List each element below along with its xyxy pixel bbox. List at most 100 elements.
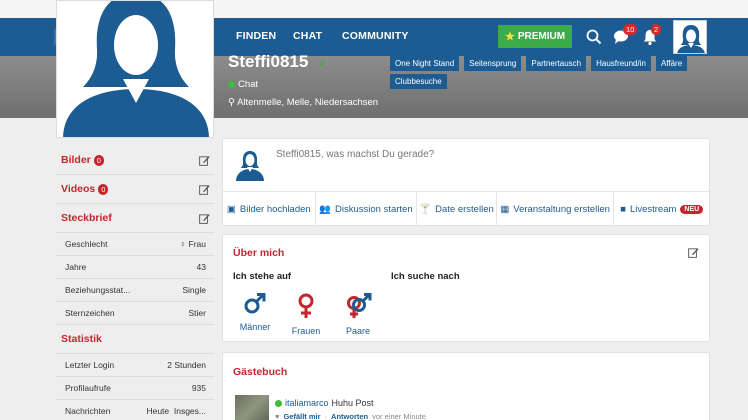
- image-icon: ▣: [226, 203, 236, 215]
- bilder-title[interactable]: Bilder: [61, 154, 91, 166]
- create-date-button[interactable]: 🍸 Date erstellen: [417, 192, 497, 226]
- sidebar-section-videos[interactable]: Videos 0: [56, 175, 214, 204]
- star-icon: ★: [504, 31, 515, 43]
- sidebar-section-statistik: Statistik: [56, 325, 214, 354]
- glass-icon: 🍸: [419, 203, 432, 215]
- tag-partnertausch[interactable]: Partnertausch: [526, 56, 587, 71]
- row-key: Nachrichten: [65, 406, 111, 416]
- gender-label: Paare: [345, 326, 371, 336]
- row-value: Single: [182, 285, 206, 295]
- statistik-row: Letzter Login 2 Stunden: [56, 354, 214, 377]
- guestbook-card: Gästebuch italiamarco Huhu Post ♥ Gefäll…: [222, 352, 710, 420]
- status-label: Chat: [238, 79, 259, 90]
- female-silhouette-icon: [677, 25, 705, 53]
- upload-images-button[interactable]: ▣ Bilder hochladen: [223, 192, 316, 226]
- gender-women: Frauen: [281, 293, 331, 336]
- nav-chat[interactable]: CHAT: [293, 30, 322, 42]
- notification-count-badge: 2: [651, 24, 662, 35]
- tag-hausfreund[interactable]: Hausfreund/in: [591, 56, 651, 71]
- steckbrief-row: Jahre 43: [56, 256, 214, 279]
- row-value: ♀ Frau: [179, 239, 206, 249]
- statistik-row: Profilaufrufe 935: [56, 377, 214, 400]
- row-key: Geschlecht: [65, 239, 108, 249]
- profile-location: ⚲ Altenmelle, Melle, Niedersachsen: [228, 97, 378, 108]
- search-icon[interactable]: [585, 28, 603, 46]
- female-silhouette-icon: [63, 1, 209, 137]
- row-key: Profilaufrufe: [65, 383, 111, 393]
- heart-icon: ♥: [275, 412, 280, 420]
- guest-username[interactable]: italiamarco: [285, 398, 329, 408]
- map-pin-icon: ⚲: [228, 97, 235, 108]
- gender-men: Männer: [230, 293, 280, 332]
- online-status[interactable]: Chat: [228, 79, 258, 90]
- looking-for-tags: One Night Stand Seitensprung Partnertaus…: [390, 56, 690, 89]
- videos-count-badge: 0: [98, 183, 109, 195]
- statistik-row: Nachrichten Heute Insges...: [56, 400, 214, 420]
- about-me-title: Über mich: [233, 247, 285, 259]
- sidebar-section-bilder[interactable]: Bilder 0: [56, 146, 214, 175]
- video-camera-icon: ■: [620, 203, 626, 215]
- row-value: Stier: [188, 308, 206, 318]
- nav-community[interactable]: COMMUNITY: [342, 30, 409, 42]
- profile-photo[interactable]: [56, 0, 214, 138]
- calendar-icon: ▦: [500, 203, 510, 215]
- gender-label: Männer: [239, 322, 271, 332]
- female-silhouette-icon: [236, 151, 264, 181]
- status-post-card: Steffi0815, was machst Du gerade? ▣ Bilde…: [222, 138, 710, 226]
- online-dot-icon: [228, 81, 235, 88]
- livestream-button[interactable]: ■ Livestream NEU: [614, 192, 709, 226]
- about-me-card: Über mich Ich stehe auf Ich suche nach M…: [222, 234, 710, 342]
- entry-time: vor einer Minute: [372, 412, 426, 420]
- like-link[interactable]: Gefällt mir: [283, 412, 320, 420]
- guest-message: Huhu Post: [331, 398, 374, 408]
- profile-username: Steffi0815: [228, 52, 309, 71]
- post-action-bar: ▣ Bilder hochladen 👥 Diskussion starten 🍸 D…: [223, 191, 709, 226]
- videos-title[interactable]: Videos: [61, 183, 95, 195]
- tag-clubbesuche[interactable]: Clubbesuche: [390, 74, 447, 89]
- steckbrief-row: Beziehungsstat... Single: [56, 279, 214, 302]
- new-badge: NEU: [680, 204, 704, 214]
- edit-icon[interactable]: [688, 247, 699, 258]
- edit-icon[interactable]: [199, 184, 210, 195]
- looking-for-title: Ich suche nach: [391, 271, 460, 282]
- profile-sidebar: Bilder 0 Videos 0 Steckbrief Geschlecht …: [56, 146, 214, 420]
- row-value: 2 Stunden: [167, 360, 206, 370]
- guest-avatar[interactable]: [235, 395, 269, 420]
- guestbook-title: Gästebuch: [233, 366, 288, 378]
- female-symbol-icon: [298, 293, 314, 318]
- users-icon: 👥: [319, 203, 332, 215]
- online-dot-icon: [275, 399, 282, 407]
- nav-finden[interactable]: FINDEN: [236, 30, 276, 42]
- location-label: Altenmelle, Melle, Niedersachsen: [237, 97, 379, 108]
- steckbrief-title: Steckbrief: [61, 212, 112, 224]
- gender-label: Frauen: [291, 326, 321, 336]
- reply-link[interactable]: Antworten: [331, 412, 368, 420]
- premium-label: PREMIUM: [517, 31, 566, 42]
- row-value: 43: [196, 262, 206, 272]
- row-key: Jahre: [65, 262, 87, 272]
- separator: ·: [324, 412, 328, 420]
- post-input-prompt[interactable]: Steffi0815, was machst Du gerade?: [276, 149, 434, 160]
- bilder-count-badge: 0: [93, 154, 104, 166]
- guestbook-entry-header: italiamarco Huhu Post: [275, 398, 374, 408]
- edit-icon[interactable]: [199, 213, 210, 224]
- tag-seitensprung[interactable]: Seitensprung: [464, 56, 522, 71]
- create-event-button[interactable]: ▦ Veranstaltung erstellen: [497, 192, 615, 226]
- tag-one-night-stand[interactable]: One Night Stand: [390, 56, 460, 71]
- verified-check-icon: ✔: [318, 59, 327, 70]
- premium-button[interactable]: ★ PREMIUM: [498, 25, 572, 48]
- tag-affaere[interactable]: Affäre: [655, 56, 688, 71]
- row-key: Beziehungsstat...: [65, 285, 131, 295]
- edit-icon[interactable]: [199, 155, 210, 166]
- row-key: Sternzeichen: [65, 308, 115, 318]
- start-discussion-button[interactable]: 👥 Diskussion starten: [316, 192, 418, 226]
- interested-in-title: Ich stehe auf: [233, 271, 292, 282]
- steckbrief-row: Geschlecht ♀ Frau: [56, 233, 214, 256]
- male-symbol-icon: [244, 293, 266, 314]
- chat-count-badge: 10: [623, 24, 638, 35]
- row-key: Letzter Login: [65, 360, 115, 370]
- steckbrief-row: Sternzeichen Stier: [56, 302, 214, 325]
- row-value: Heute Insges...: [146, 406, 206, 416]
- user-avatar[interactable]: [673, 20, 707, 54]
- female-symbol-icon: ♀: [179, 239, 187, 249]
